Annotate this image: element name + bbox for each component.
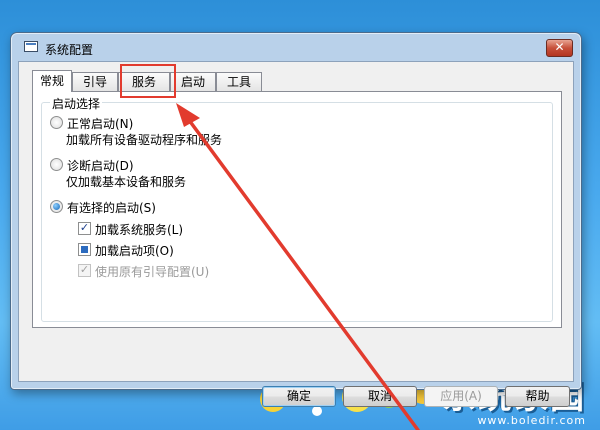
checkbox-checked-icon — [78, 222, 91, 235]
use-original-boot-checkbox: 使用原有引导配置(U) — [78, 263, 209, 280]
diagnostic-startup-desc: 仅加载基本设备和服务 — [66, 175, 187, 189]
startup-selection-group: 启动选择 正常启动(N) 加载所有设备驱动程序和服务 诊断启动(D) 仅加载基本… — [41, 95, 553, 322]
checkbox-indeterminate-icon — [78, 243, 91, 256]
load-startup-items-checkbox[interactable]: 加载启动项(O) — [78, 242, 174, 259]
ok-button[interactable]: 确定 — [262, 386, 336, 407]
help-button[interactable]: 帮助 — [505, 386, 570, 407]
window-title: 系统配置 — [45, 43, 94, 57]
normal-startup-label: 正常启动(N) — [67, 117, 134, 131]
title-bar[interactable]: 系统配置 ✕ — [11, 33, 581, 61]
app-window-icon — [24, 41, 38, 52]
apply-button: 应用(A) — [424, 386, 498, 407]
diagnostic-startup-radio[interactable]: 诊断启动(D) — [50, 157, 134, 174]
normal-startup-desc: 加载所有设备驱动程序和服务 — [66, 133, 223, 147]
services-tab-highlight — [120, 64, 176, 98]
tab-boot[interactable]: 引导 — [72, 72, 118, 91]
radio-unchecked-icon — [50, 158, 63, 171]
checkbox-disabled-icon — [78, 264, 91, 277]
close-button[interactable]: ✕ — [546, 39, 573, 57]
selective-startup-radio[interactable]: 有选择的启动(S) — [50, 199, 156, 216]
use-original-boot-label: 使用原有引导配置(U) — [95, 265, 210, 279]
normal-startup-radio[interactable]: 正常启动(N) — [50, 115, 133, 132]
load-system-services-checkbox[interactable]: 加载系统服务(L) — [78, 221, 183, 238]
system-config-window: 系统配置 ✕ 常规 引导 服务 启动 工具 启动选择 正常启动(N) 加载所有设… — [10, 32, 582, 407]
load-system-services-label: 加载系统服务(L) — [95, 223, 184, 237]
selective-startup-label: 有选择的启动(S) — [67, 201, 156, 215]
tab-tools[interactable]: 工具 — [216, 72, 262, 91]
group-label: 启动选择 — [50, 95, 103, 112]
diagnostic-startup-label: 诊断启动(D) — [67, 159, 134, 173]
cancel-button[interactable]: 取消 — [343, 386, 417, 407]
radio-unchecked-icon — [50, 116, 63, 129]
general-tab-panel: 启动选择 正常启动(N) 加载所有设备驱动程序和服务 诊断启动(D) 仅加载基本… — [32, 91, 562, 328]
radio-checked-icon — [50, 200, 63, 213]
tab-startup[interactable]: 启动 — [170, 72, 216, 91]
dialog-client: 常规 引导 服务 启动 工具 启动选择 正常启动(N) 加载所有设备驱动程序和服… — [18, 61, 574, 407]
tab-general[interactable]: 常规 — [32, 70, 72, 92]
load-startup-items-label: 加载启动项(O) — [95, 244, 174, 258]
